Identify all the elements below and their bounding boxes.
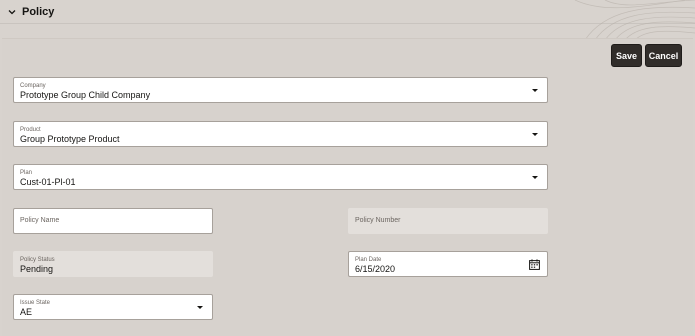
issue-state-value: AE	[20, 307, 33, 317]
policy-status-value: Pending	[20, 264, 54, 274]
plan-date-field[interactable]: Plan Date 6/15/2020	[348, 251, 548, 277]
product-select[interactable]: Product Group Prototype Product	[13, 121, 548, 147]
company-value: Prototype Group Child Company	[20, 90, 151, 100]
plan-date-label: Plan Date	[355, 257, 382, 263]
caret-down-icon	[532, 89, 538, 92]
save-button[interactable]: Save	[611, 44, 642, 67]
policy-status-field: Policy Status Pending	[13, 251, 213, 277]
issue-state-select[interactable]: Issue State AE	[13, 294, 213, 320]
plan-value: Cust-01-Pl-01	[20, 177, 76, 187]
section-header: Policy	[0, 0, 695, 40]
product-value: Group Prototype Product	[20, 134, 120, 144]
policy-name-field[interactable]: Policy Name	[13, 208, 213, 234]
section-toggle[interactable]: Policy	[7, 4, 54, 20]
company-select[interactable]: Company Prototype Group Child Company	[13, 77, 548, 103]
policy-status-label: Policy Status	[20, 257, 55, 263]
policy-name-placeholder: Policy Name	[20, 217, 60, 224]
caret-down-icon	[532, 133, 538, 136]
cancel-button[interactable]: Cancel	[645, 44, 682, 67]
calendar-icon[interactable]	[529, 259, 540, 270]
decorative-texture	[574, 0, 695, 40]
plan-date-value: 6/15/2020	[355, 264, 396, 274]
policy-number-field: Policy Number	[348, 208, 548, 234]
plan-label: Plan	[20, 170, 33, 176]
caret-down-icon	[197, 306, 203, 309]
section-title: Policy	[22, 6, 55, 18]
chevron-down-icon	[8, 10, 16, 15]
issue-state-label: Issue State	[20, 300, 51, 306]
plan-select[interactable]: Plan Cust-01-Pl-01	[13, 164, 548, 190]
caret-down-icon	[532, 176, 538, 179]
policy-number-placeholder: Policy Number	[355, 217, 401, 224]
company-label: Company	[20, 83, 46, 89]
product-label: Product	[20, 127, 41, 133]
